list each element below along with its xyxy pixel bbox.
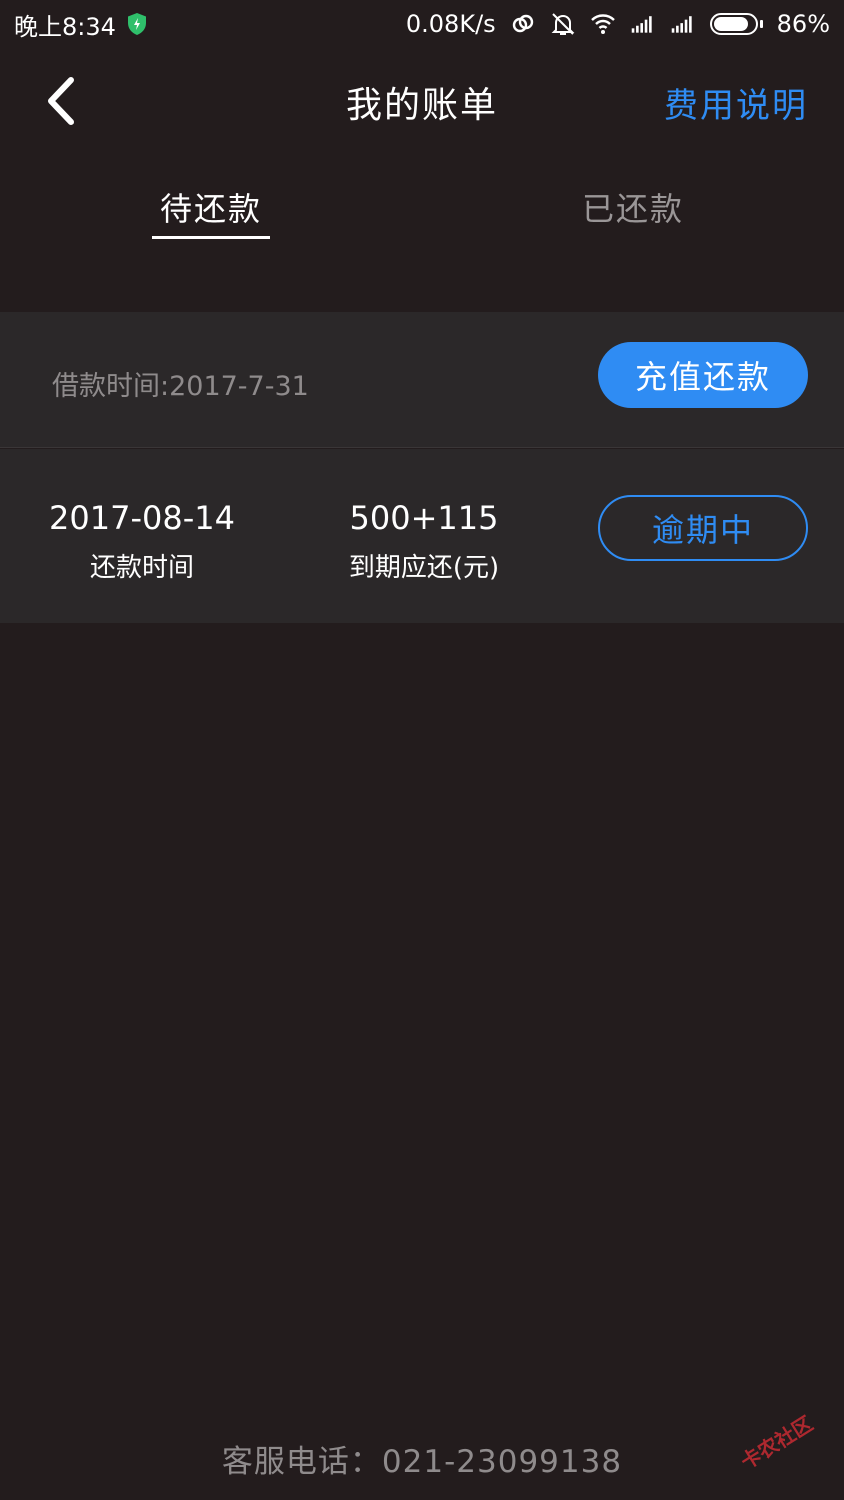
amount-due-value: 500+115 xyxy=(349,499,499,537)
loan-date: 借款时间:2017-7-31 xyxy=(52,371,309,402)
active-tab-indicator xyxy=(152,236,270,239)
status-bar-right: 0.08K/s 86% xyxy=(406,10,830,38)
bill-tabs: 待还款 已还款 xyxy=(0,170,844,260)
fee-explanation-link[interactable]: 费用说明 xyxy=(664,78,808,127)
amount-due-label: 到期应还(元) xyxy=(348,553,500,583)
battery-icon xyxy=(709,13,763,35)
recharge-repay-button[interactable]: 充值还款 xyxy=(598,342,808,408)
app-screen: 晚上8:34 0.08K/s 86% 我的账单 费用说明 待还款 已还款 借款时… xyxy=(0,0,844,1500)
bill-card-header: 借款时间:2017-7-31 充值还款 xyxy=(0,312,844,448)
status-bar: 晚上8:34 0.08K/s 86% xyxy=(0,0,844,48)
network-speed: 0.08K/s xyxy=(405,10,496,38)
shield-icon xyxy=(127,13,146,35)
tab-repaid[interactable]: 已还款 xyxy=(422,170,844,260)
watermark-text: 卡农社区 xyxy=(736,1411,818,1475)
customer-service-phone[interactable]: 客服电话：021-23099138 xyxy=(0,1436,844,1481)
signal-icon xyxy=(631,16,652,33)
tab-pending-repayment[interactable]: 待还款 xyxy=(0,170,422,260)
repay-date-value: 2017-08-14 xyxy=(49,499,235,537)
battery-body xyxy=(709,13,758,35)
battery-percent: 86% xyxy=(776,10,830,38)
repay-date-label: 还款时间 xyxy=(89,553,194,583)
status-time: 晚上8:34 xyxy=(14,12,116,41)
repay-date-column: 2017-08-14 还款时间 xyxy=(42,499,242,584)
tab-label: 已还款 xyxy=(581,190,684,228)
mute-bell-icon xyxy=(551,13,575,35)
amount-due-column: 500+115 到期应还(元) xyxy=(324,499,524,584)
status-bar-left: 晚上8:34 xyxy=(14,7,148,42)
signal-icon xyxy=(671,16,692,33)
nav-header: 我的账单 费用说明 xyxy=(0,48,844,154)
tab-label: 待还款 xyxy=(159,190,262,228)
battery-fill xyxy=(713,17,749,31)
bill-row: 2017-08-14 还款时间 500+115 到期应还(元) 逾期中 xyxy=(0,449,844,623)
overdue-status-button[interactable]: 逾期中 xyxy=(598,495,808,561)
battery-tip xyxy=(759,20,763,28)
wifi-icon xyxy=(590,14,615,34)
link-icon xyxy=(512,14,533,33)
